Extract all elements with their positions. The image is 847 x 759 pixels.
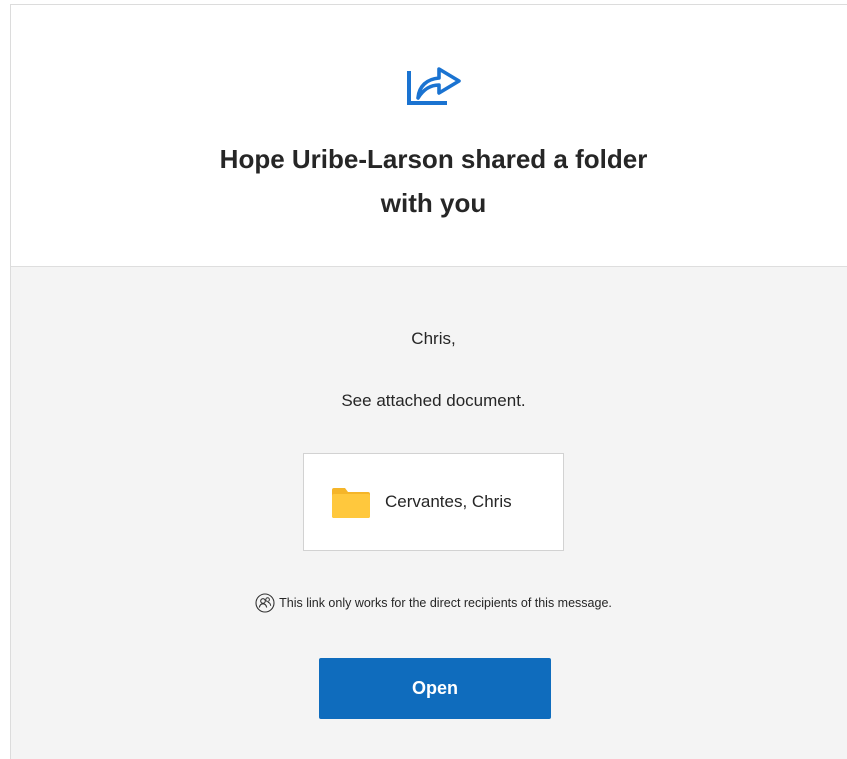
folder-icon [332, 488, 370, 518]
notice-text: This link only works for the direct reci… [279, 596, 612, 610]
notification-header: Hope Uribe-Larson shared a folder with y… [11, 5, 847, 267]
folder-name: Cervantes, Chris [385, 492, 512, 511]
title-line-1: Hope Uribe-Larson shared a folder [219, 144, 648, 174]
title-line-2: with you [380, 188, 487, 218]
open-button[interactable]: Open [319, 658, 551, 719]
shared-folder-card[interactable]: Cervantes, Chris [303, 453, 564, 551]
message-text: See attached document. [341, 391, 526, 410]
notification-body: Chris, See attached document. Cervantes,… [11, 267, 847, 759]
share-notification-card: Hope Uribe-Larson shared a folder with y… [10, 4, 847, 759]
page-title: Hope Uribe-Larson shared a folder with y… [11, 137, 847, 225]
recipient-notice: This link only works for the direct reci… [11, 593, 847, 613]
share-arrow-icon [407, 67, 461, 105]
people-icon [255, 593, 275, 613]
greeting-text: Chris, [411, 329, 456, 348]
